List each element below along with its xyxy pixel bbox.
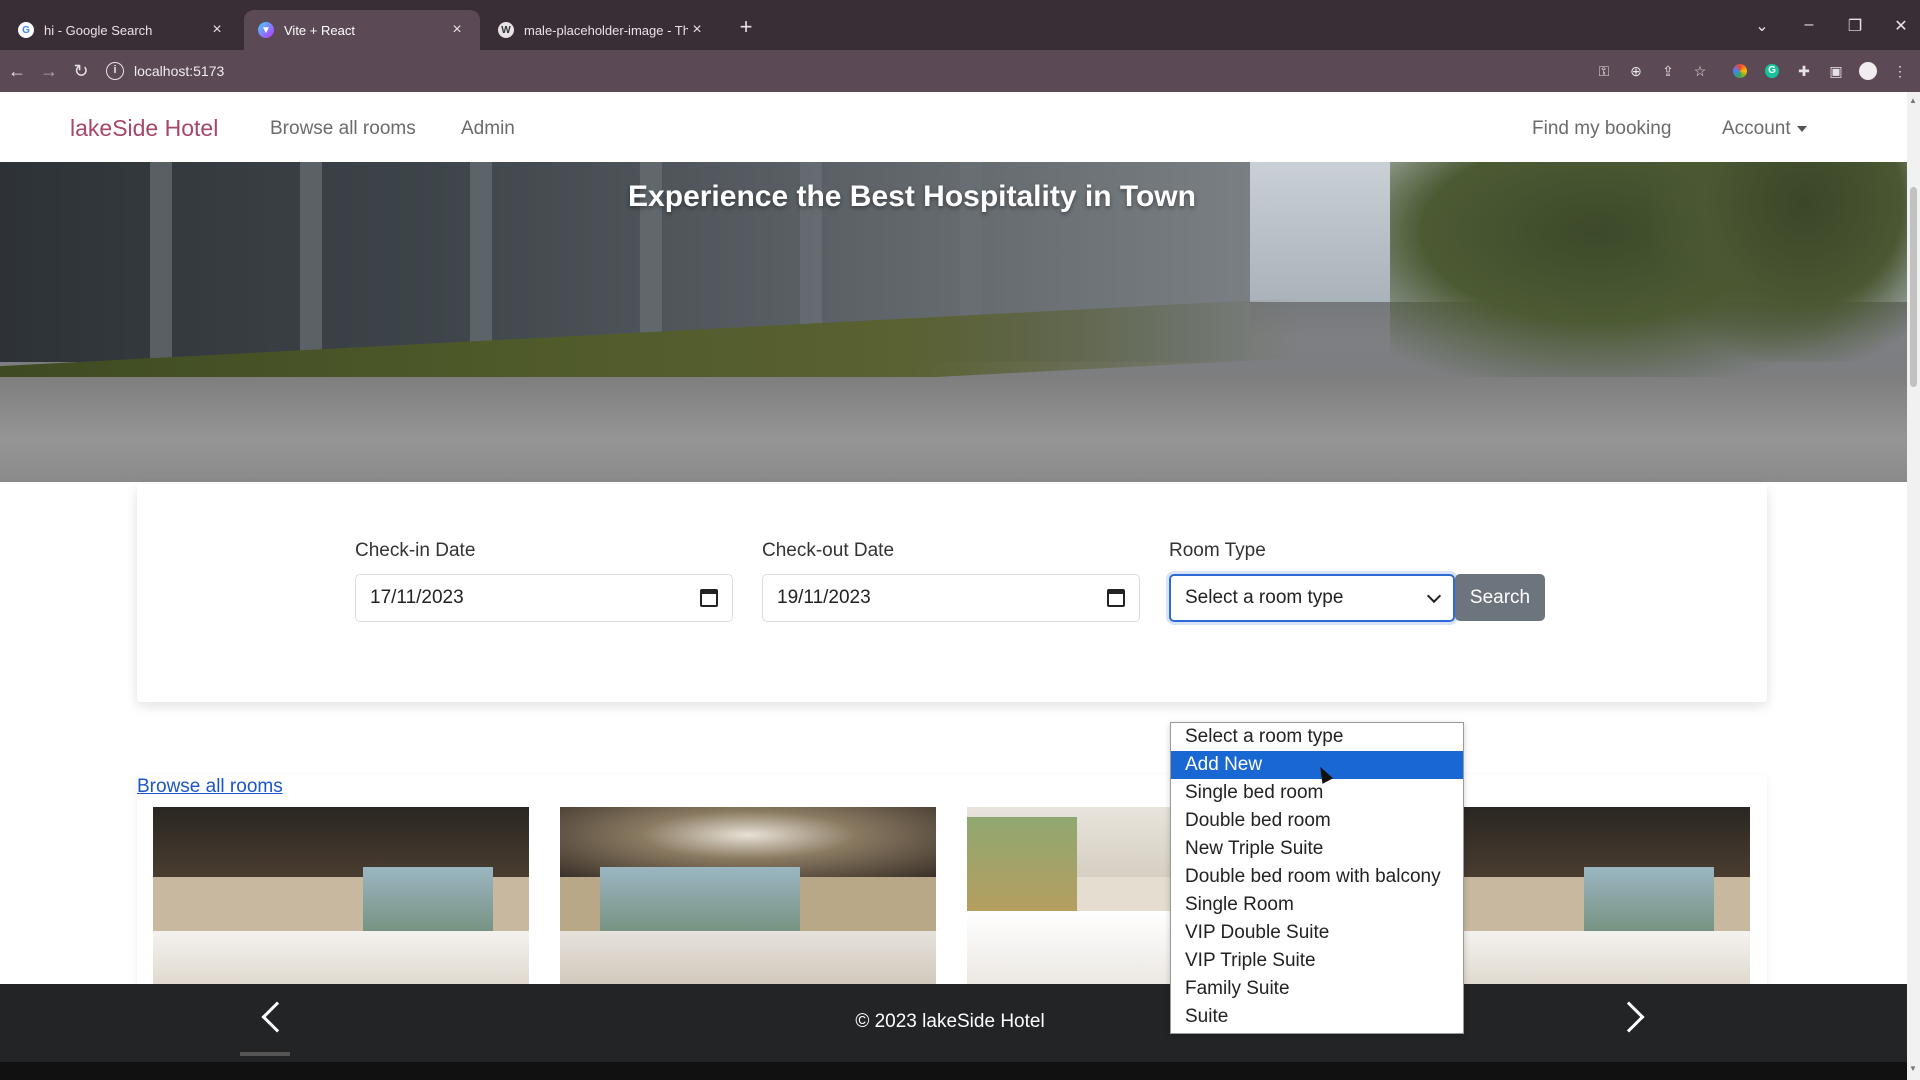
- room-type-option[interactable]: Suite: [1171, 1003, 1463, 1031]
- restore-icon[interactable]: ❐: [1843, 16, 1867, 36]
- room-type-option[interactable]: VIP Double Suite: [1171, 919, 1463, 947]
- key-icon[interactable]: ⚿: [1594, 61, 1614, 81]
- browser-toolbar: ← → ↻ i localhost:5173 ⚿ ⊕ ⇪ ☆ G ✚ ▣ ⋮: [0, 50, 1920, 92]
- share-icon[interactable]: ⇪: [1658, 61, 1678, 81]
- zoom-icon[interactable]: ⊕: [1626, 61, 1646, 81]
- room-type-option[interactable]: New Triple Suite: [1171, 835, 1463, 863]
- room-type-label: Room Type: [1169, 540, 1266, 561]
- site-footer: © 2023 lakeSide Hotel: [0, 984, 1907, 1062]
- browse-all-rooms-link[interactable]: Browse all rooms: [137, 776, 283, 798]
- caret-down-icon: [1796, 125, 1807, 132]
- tab-title: hi - Google Search: [44, 22, 153, 38]
- checkin-value: 17/11/2023: [370, 587, 464, 608]
- carousel-indicator[interactable]: [240, 1052, 290, 1056]
- new-tab-icon[interactable]: +: [735, 16, 757, 38]
- hero-title: Experience the Best Hospitality in Town: [628, 180, 1196, 213]
- reload-icon[interactable]: ↻: [70, 60, 92, 82]
- browser-tab-bar: G hi - Google Search × ▼ Vite + React × …: [0, 0, 1920, 50]
- site-info-icon[interactable]: i: [106, 62, 124, 80]
- room-type-option[interactable]: VIP Triple Suite: [1171, 947, 1463, 975]
- hero-banner: Experience the Best Hospitality in Town: [0, 162, 1907, 482]
- room-bed: [560, 931, 936, 991]
- back-icon[interactable]: ←: [6, 60, 28, 82]
- nav-account-dropdown[interactable]: Account: [1722, 118, 1807, 140]
- profile-avatar-icon[interactable]: [1858, 61, 1878, 81]
- page-scrollbar[interactable]: ▲ ▼: [1907, 92, 1920, 1080]
- site-navbar: lakeSide Hotel Browse all rooms Admin Fi…: [0, 92, 1907, 162]
- nav-browse-all-rooms[interactable]: Browse all rooms: [270, 118, 416, 140]
- scroll-down-icon[interactable]: ▼: [1909, 1064, 1917, 1073]
- checkin-label: Check-in Date: [355, 540, 476, 561]
- tab-title: Vite + React: [284, 22, 355, 38]
- hero-road: [0, 377, 1907, 482]
- room-type-option[interactable]: Family Suite: [1171, 975, 1463, 1003]
- room-type-option[interactable]: Double bed room with balcony: [1171, 863, 1463, 891]
- room-type-value: Select a room type: [1185, 587, 1344, 608]
- checkin-date-input[interactable]: 17/11/2023: [355, 574, 733, 622]
- brand-logo[interactable]: lakeSide Hotel: [70, 115, 218, 142]
- calendar-icon[interactable]: [1107, 589, 1125, 607]
- room-type-option[interactable]: Single Room: [1171, 891, 1463, 919]
- tab-title: male-placeholder-image - The I: [524, 22, 688, 38]
- checkout-date-input[interactable]: 19/11/2023: [762, 574, 1140, 622]
- wikipedia-icon: W: [498, 22, 514, 38]
- google-icon: G: [18, 22, 34, 38]
- scroll-thumb[interactable]: [1910, 187, 1917, 387]
- tab-placeholder-image[interactable]: W male-placeholder-image - The I ×: [484, 10, 720, 50]
- scroll-up-icon[interactable]: ▲: [1909, 96, 1917, 105]
- close-icon[interactable]: ×: [448, 21, 466, 39]
- close-window-icon[interactable]: ✕: [1889, 16, 1913, 36]
- address-bar[interactable]: i localhost:5173: [106, 56, 1536, 86]
- room-search-form: Check-in Date 17/11/2023 Check-out Date …: [137, 484, 1767, 702]
- web-page: lakeSide Hotel Browse all rooms Admin Fi…: [0, 92, 1907, 1080]
- room-type-option[interactable]: Double bed room: [1171, 807, 1463, 835]
- vite-icon: ▼: [258, 22, 274, 38]
- room-type-option[interactable]: Single bed room: [1171, 779, 1463, 807]
- checkout-label: Check-out Date: [762, 540, 895, 561]
- grammarly-icon[interactable]: G: [1762, 61, 1782, 81]
- forward-icon[interactable]: →: [38, 60, 60, 82]
- chevron-down-icon: [1426, 588, 1442, 603]
- calendar-icon[interactable]: [700, 589, 718, 607]
- extension-color-icon[interactable]: [1730, 61, 1750, 81]
- tab-vite-react[interactable]: ▼ Vite + React ×: [244, 10, 480, 50]
- side-panel-icon[interactable]: ▣: [1826, 61, 1846, 81]
- room-image[interactable]: [560, 807, 936, 991]
- room-image[interactable]: [153, 807, 529, 991]
- close-icon[interactable]: ×: [208, 21, 226, 39]
- room-bed: [153, 931, 529, 991]
- account-label: Account: [1722, 118, 1791, 139]
- nav-admin[interactable]: Admin: [461, 118, 515, 140]
- bookmark-star-icon[interactable]: ☆: [1690, 61, 1710, 81]
- close-icon[interactable]: ×: [688, 21, 706, 39]
- extensions-puzzle-icon[interactable]: ✚: [1794, 61, 1814, 81]
- room-type-option[interactable]: Select a room type: [1171, 723, 1463, 751]
- nav-find-my-booking[interactable]: Find my booking: [1532, 118, 1671, 140]
- url-text: localhost:5173: [134, 63, 225, 79]
- bottom-strip: [0, 1062, 1907, 1080]
- menu-kebab-icon[interactable]: ⋮: [1890, 61, 1910, 81]
- minimize-icon[interactable]: –: [1797, 16, 1821, 34]
- room-type-select[interactable]: Select a room type: [1169, 574, 1455, 622]
- search-button[interactable]: Search: [1455, 574, 1545, 621]
- checkout-value: 19/11/2023: [777, 587, 871, 608]
- tab-google-search[interactable]: G hi - Google Search ×: [4, 10, 240, 50]
- tab-search-chevron-icon[interactable]: ⌄: [1750, 16, 1774, 36]
